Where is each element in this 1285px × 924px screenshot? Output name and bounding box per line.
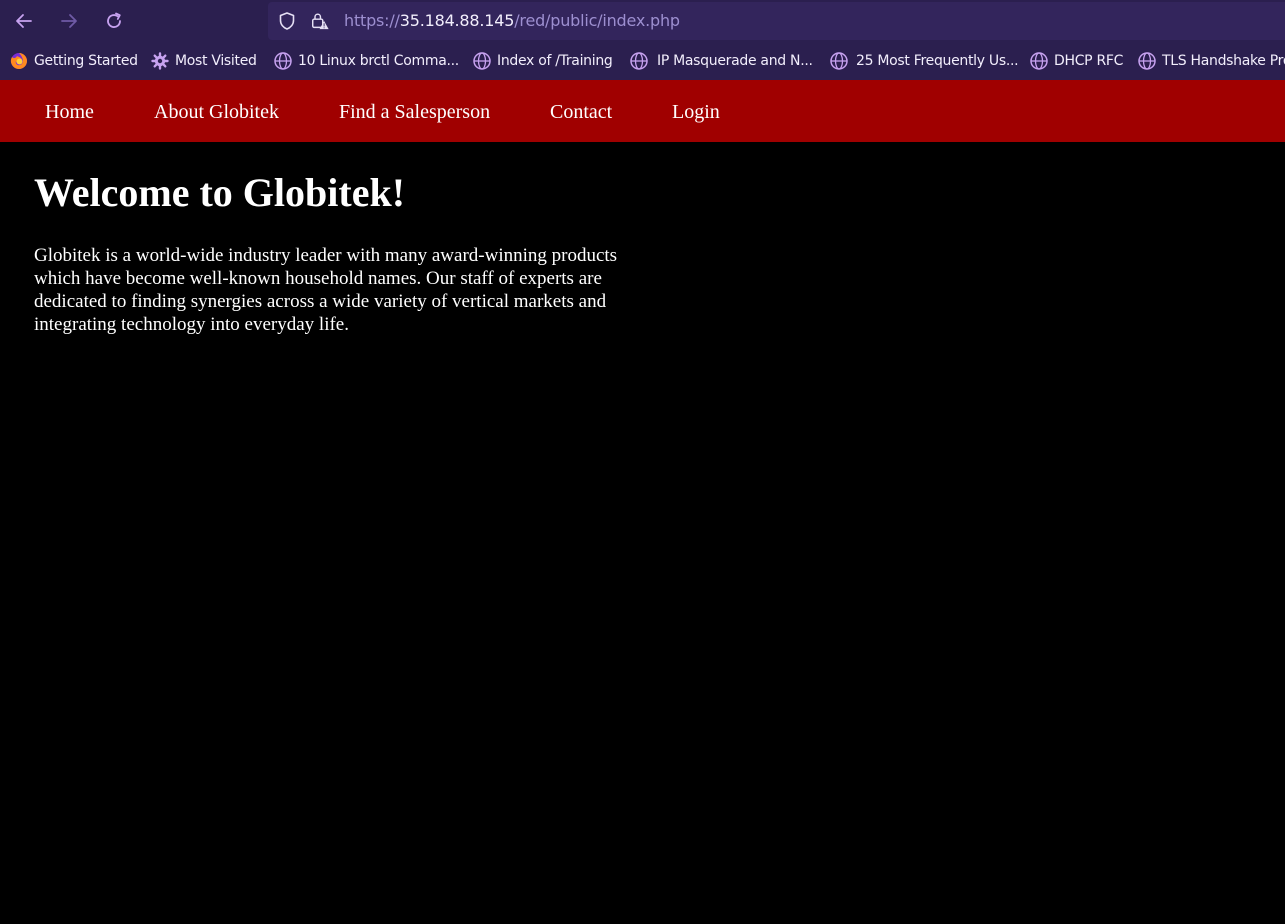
url-bar[interactable]: https://35.184.88.145/red/public/index.p… xyxy=(268,2,1285,40)
intro-paragraph: Globitek is a world-wide industry leader… xyxy=(34,245,618,335)
bookmark-label: Index of /Training xyxy=(497,53,613,69)
bookmark-index-of-training[interactable]: Index of /Training xyxy=(472,51,613,71)
url-text[interactable]: https://35.184.88.145/red/public/index.p… xyxy=(344,11,680,31)
bookmark-label: Getting Started xyxy=(34,53,138,69)
forward-button[interactable] xyxy=(55,7,83,35)
nav-link-home[interactable]: Home xyxy=(45,100,94,124)
reload-icon xyxy=(107,12,121,28)
globe-icon xyxy=(829,51,849,71)
bookmark-label: 10 Linux brctl Comma... xyxy=(298,53,459,69)
bookmark-ip-masquerade[interactable]: IP Masquerade and N... xyxy=(629,51,813,71)
insecure-lock-icon[interactable] xyxy=(310,11,330,31)
arrow-left-icon xyxy=(16,14,32,28)
bookmark-label: IP Masquerade and N... xyxy=(657,53,813,69)
arrow-right-icon xyxy=(61,14,77,28)
nav-link-contact[interactable]: Contact xyxy=(550,100,612,124)
url-path: /red/public/index.php xyxy=(514,11,680,30)
back-button[interactable] xyxy=(10,7,38,35)
globe-icon xyxy=(472,51,492,71)
main-content: Welcome to Globitek! Globitek is a world… xyxy=(34,142,674,336)
url-host: 35.184.88.145 xyxy=(399,11,515,30)
bookmark-dhcp-rfc[interactable]: DHCP RFC xyxy=(1029,51,1123,71)
reload-button[interactable] xyxy=(100,7,128,35)
bookmark-most-visited[interactable]: Most Visited xyxy=(150,51,257,71)
bookmark-getting-started[interactable]: Getting Started xyxy=(9,51,138,71)
globe-icon xyxy=(1137,51,1157,71)
globe-icon xyxy=(1029,51,1049,71)
bookmarks-bar: Getting Started Most Visited 10 Linux br… xyxy=(0,42,1285,80)
browser-toolbar: https://35.184.88.145/red/public/index.p… xyxy=(0,0,1285,42)
globe-icon xyxy=(629,51,649,71)
url-scheme: https:// xyxy=(344,11,400,30)
bookmark-label: DHCP RFC xyxy=(1054,53,1124,69)
site-nav: Home About Globitek Find a Salesperson C… xyxy=(0,80,1285,142)
nav-link-login[interactable]: Login xyxy=(672,100,720,124)
tracking-protection-shield-icon[interactable] xyxy=(277,11,297,31)
page-title: Welcome to Globitek! xyxy=(34,170,406,215)
nav-link-about-globitek[interactable]: About Globitek xyxy=(154,100,279,124)
bookmark-label: TLS Handshake Pro xyxy=(1162,53,1285,69)
globe-icon xyxy=(273,51,293,71)
bookmark-linux-brctl[interactable]: 10 Linux brctl Comma... xyxy=(273,51,459,71)
gear-icon xyxy=(150,51,170,71)
bookmark-label: 25 Most Frequently Us... xyxy=(856,53,1019,69)
nav-link-find-a-salesperson[interactable]: Find a Salesperson xyxy=(339,100,490,124)
firefox-icon xyxy=(9,51,29,71)
bookmark-label: Most Visited xyxy=(175,53,257,69)
bookmark-25-most-frequently[interactable]: 25 Most Frequently Us... xyxy=(829,51,1019,71)
bookmark-tls-handshake[interactable]: TLS Handshake Pro xyxy=(1137,51,1285,71)
